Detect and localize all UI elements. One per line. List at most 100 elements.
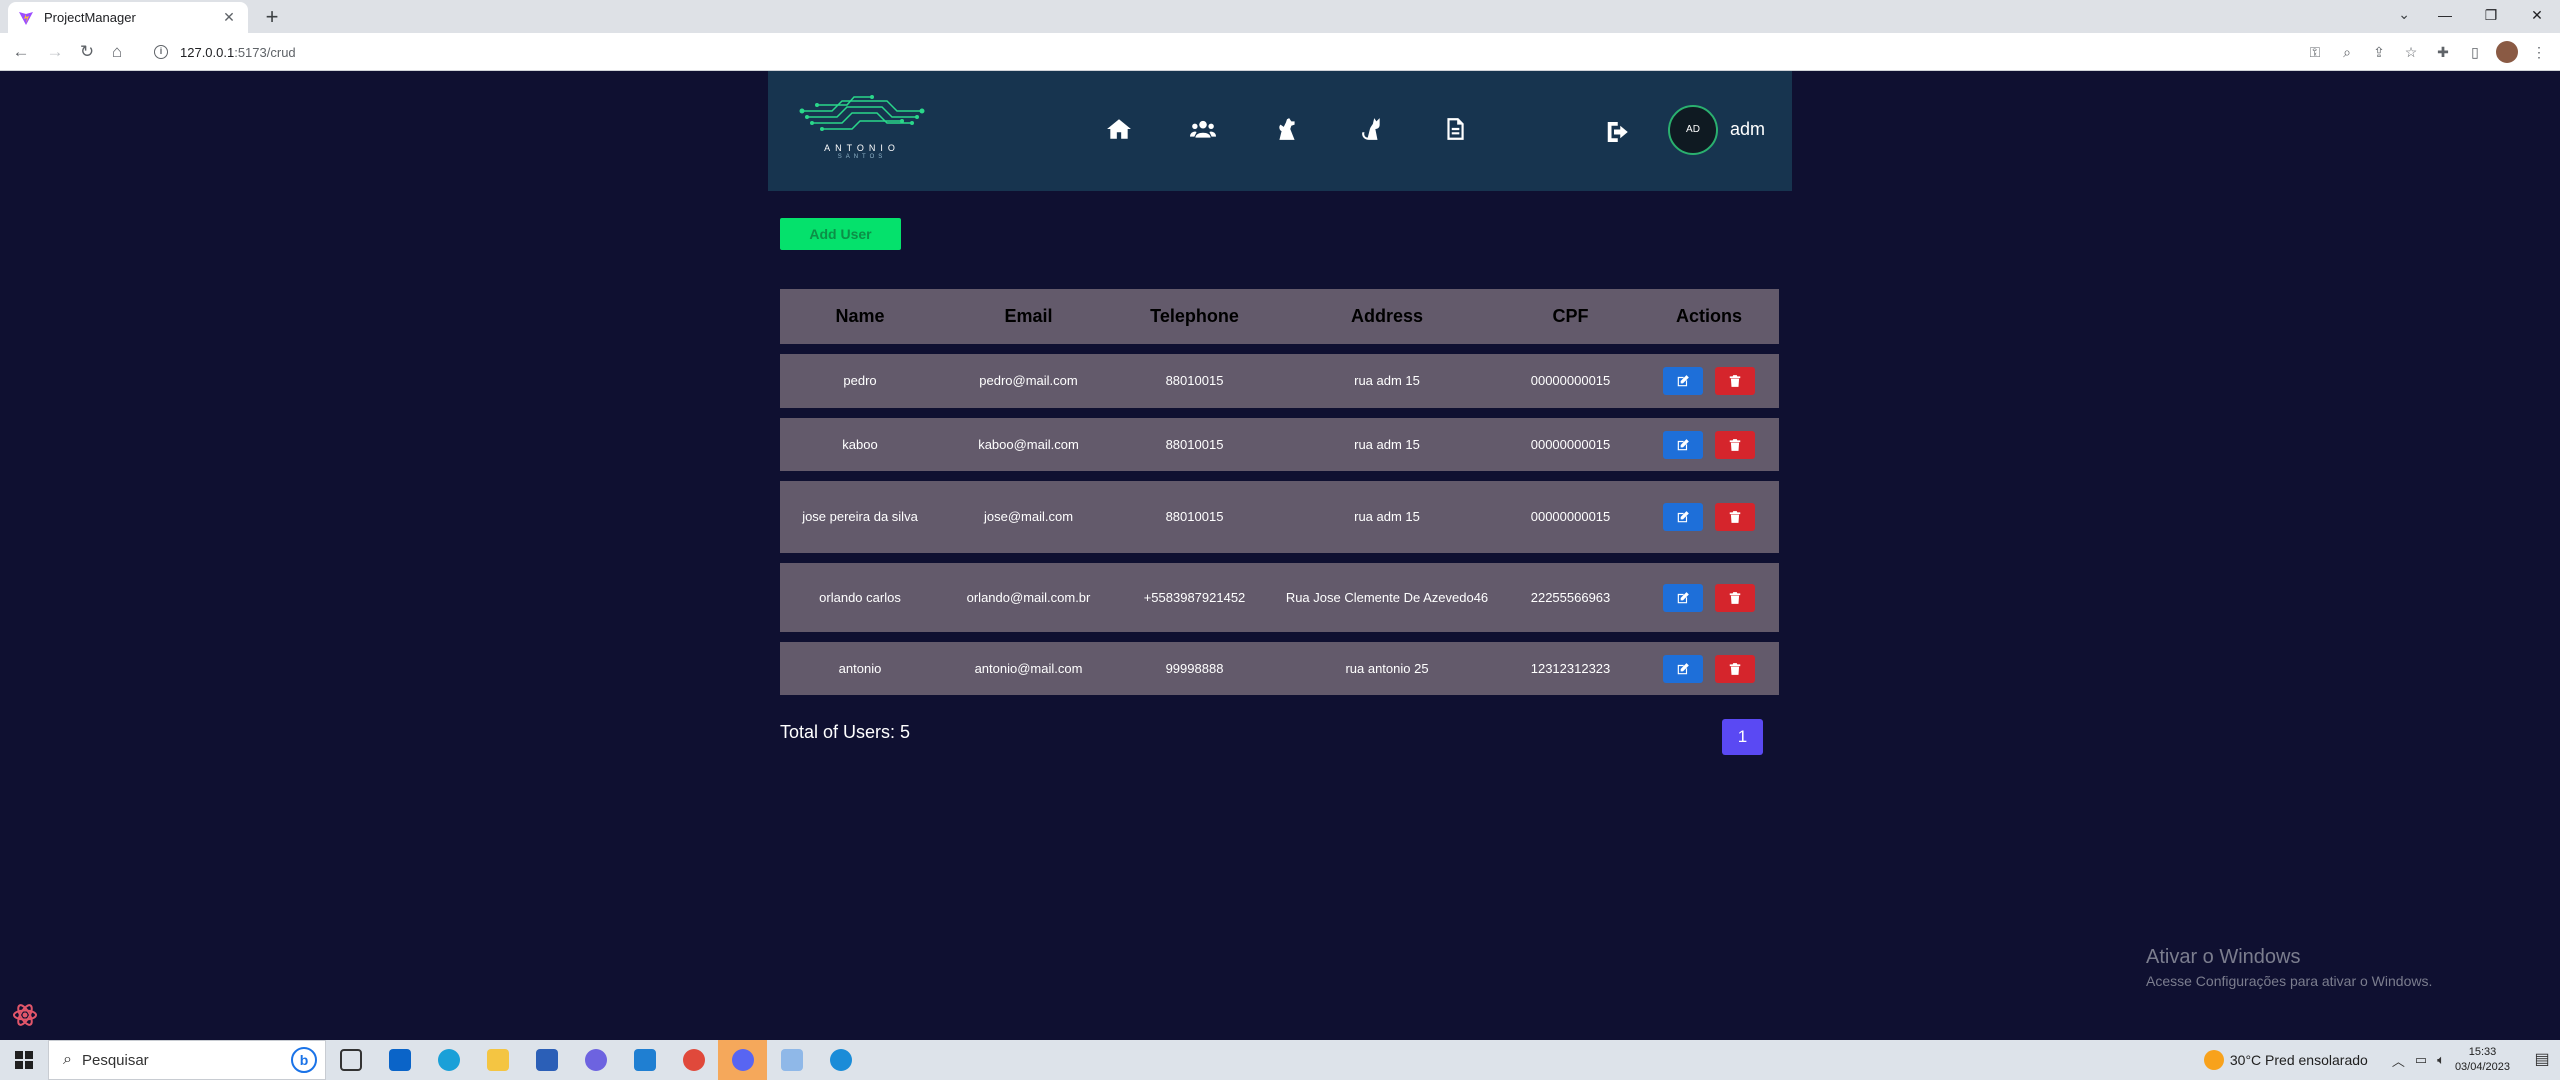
vscode-icon — [633, 1049, 656, 1071]
start-button[interactable] — [0, 1040, 48, 1080]
weather-text: 30°C Pred ensolarado — [2229, 1052, 2368, 1068]
nav-home[interactable] — [1098, 111, 1140, 147]
add-user-button[interactable]: Add User — [780, 218, 901, 250]
restore-icon[interactable]: ❐ — [2468, 0, 2514, 33]
store-app[interactable] — [522, 1040, 571, 1080]
home-browser-icon[interactable]: ⌂ — [106, 41, 128, 63]
bing-icon[interactable]: b — [291, 1047, 317, 1073]
forward-icon[interactable]: → — [44, 41, 66, 63]
notifications-icon[interactable]: ▤ — [2524, 1040, 2560, 1080]
windows-logo-icon — [15, 1051, 33, 1069]
weather-widget[interactable]: 30°C Pred ensolarado — [2203, 1050, 2368, 1070]
nav-reports[interactable] — [1434, 111, 1476, 147]
cell-name: antonio — [838, 660, 882, 676]
taskbar-apps — [326, 1040, 865, 1080]
cell-email: antonio@mail.com — [974, 660, 1083, 676]
react-devtools-icon[interactable] — [12, 1002, 38, 1028]
clock[interactable]: 15:33 03/04/2023 — [2455, 1045, 2510, 1075]
browser-app-icon — [829, 1049, 852, 1071]
sidepanel-icon[interactable]: ▯ — [2464, 39, 2486, 65]
pagination-page-button[interactable]: 1 — [1722, 719, 1763, 755]
taskbar-search[interactable]: ⌕ Pesquisar b — [48, 1040, 326, 1080]
edit-button[interactable] — [1663, 583, 1703, 612]
cell-actions — [1639, 654, 1779, 683]
minimize-icon[interactable]: — — [2422, 0, 2468, 33]
explorer-app[interactable] — [473, 1040, 522, 1080]
tab-close-icon[interactable]: ✕ — [220, 9, 238, 26]
system-tray: 30°C Pred ensolarado ︿ ▭ 🔈︎ 15:33 03/04/… — [2203, 1040, 2560, 1080]
zoom-icon[interactable]: ⌕ — [2336, 39, 2358, 65]
column-header-name: Name — [835, 306, 885, 326]
cell-address: rua antonio 25 — [1345, 660, 1429, 676]
cell-address: rua adm 15 — [1354, 509, 1420, 524]
edit-button[interactable] — [1663, 654, 1703, 683]
brand-subname: SANTOS — [837, 154, 887, 160]
dog-icon — [1279, 118, 1295, 140]
users-icon — [1190, 120, 1216, 138]
tray-chevron-icon[interactable]: ︿ — [2392, 1051, 2405, 1070]
profile-avatar[interactable] — [2496, 41, 2518, 63]
users-table: Name Email Telephone Address CPF Actions… — [780, 289, 1779, 695]
site-info-icon[interactable]: i — [154, 45, 168, 59]
browser-app[interactable] — [816, 1040, 865, 1080]
home-icon — [1107, 119, 1131, 139]
cell-email: kaboo@mail.com — [978, 436, 1079, 452]
cell-actions — [1639, 583, 1779, 612]
delete-button[interactable] — [1715, 503, 1755, 531]
nav-dogs[interactable] — [1266, 111, 1308, 147]
extensions-icon[interactable]: ✚ — [2432, 39, 2454, 65]
sun-icon — [2203, 1050, 2224, 1070]
address-bar[interactable]: i 127.0.0.1:5173/crud — [140, 38, 2300, 66]
browser-toolbar: ← → ↻ ⌂ i 127.0.0.1:5173/crud ⚿ ⌕ ⇪ ☆ ✚ … — [0, 33, 2560, 71]
volume-icon[interactable]: 🔈︎ — [2437, 1052, 2445, 1068]
delete-button[interactable] — [1715, 583, 1755, 612]
watermark-title: Ativar o Windows — [2146, 946, 2301, 968]
browser-tabstrip: ProjectManager ✕ + ⌄ — ❐ ✕ — [0, 0, 2560, 33]
table-row: pedro pedro@mail.com 88010015 rua adm 15… — [780, 354, 1779, 408]
photos-app[interactable] — [571, 1040, 620, 1080]
delete-button[interactable] — [1715, 654, 1755, 683]
discord-app[interactable] — [718, 1040, 767, 1080]
edge-app[interactable] — [424, 1040, 473, 1080]
logout-button[interactable] — [1604, 117, 1634, 147]
cell-name: kaboo — [842, 436, 878, 452]
nav-users[interactable] — [1182, 111, 1224, 147]
cell-email: pedro@mail.com — [979, 373, 1078, 388]
reload-icon[interactable]: ↻ — [76, 41, 98, 63]
photos-icon — [584, 1049, 607, 1071]
url-host: 127.0.0.1 — [180, 44, 235, 60]
share-icon[interactable]: ⇪ — [2368, 39, 2390, 65]
new-tab-button[interactable]: + — [258, 4, 286, 32]
trash-icon — [1729, 438, 1741, 451]
store-icon — [535, 1049, 558, 1071]
vscode-app[interactable] — [620, 1040, 669, 1080]
back-icon[interactable]: ← — [10, 41, 32, 63]
edit-button[interactable] — [1663, 430, 1703, 459]
task-view-app[interactable] — [326, 1040, 375, 1080]
delete-button[interactable] — [1715, 367, 1755, 395]
tab-title: ProjectManager — [44, 10, 136, 25]
paint-app[interactable] — [767, 1040, 816, 1080]
browser-menu-icon[interactable]: ⋮ — [2528, 39, 2550, 65]
tab-search-icon[interactable]: ⌄ — [2398, 6, 2410, 23]
task-view-icon — [339, 1049, 362, 1071]
cell-address: Rua Jose Clemente De Azevedo46 — [1285, 589, 1489, 605]
cell-telephone: +5583987921452 — [1143, 589, 1246, 605]
close-window-icon[interactable]: ✕ — [2514, 0, 2560, 33]
network-icon[interactable]: ▭ — [2415, 1052, 2427, 1068]
trash-icon — [1729, 591, 1741, 604]
cell-telephone: 99998888 — [1165, 660, 1224, 676]
nav-cats[interactable] — [1350, 111, 1392, 147]
delete-button[interactable] — [1715, 430, 1755, 459]
edit-button[interactable] — [1663, 367, 1703, 395]
mail-app[interactable] — [375, 1040, 424, 1080]
avatar[interactable]: AD — [1668, 105, 1718, 155]
brand-name: ANTONIO — [824, 143, 900, 153]
cat-icon — [1362, 118, 1380, 140]
key-icon[interactable]: ⚿ — [2304, 39, 2326, 65]
chrome-app[interactable] — [669, 1040, 718, 1080]
edit-button[interactable] — [1663, 503, 1703, 531]
logout-icon — [1607, 122, 1628, 142]
browser-tab[interactable]: ProjectManager ✕ — [8, 2, 248, 33]
bookmark-star-icon[interactable]: ☆ — [2400, 39, 2422, 65]
